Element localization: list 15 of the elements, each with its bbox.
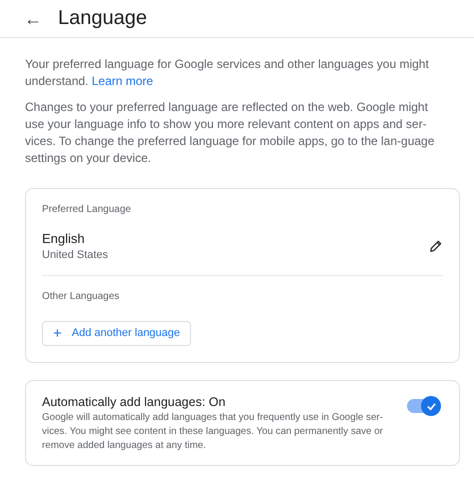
setting-title: Automatically add languages: On: [42, 395, 226, 409]
info-text: Changes to your preferred language are reflected on the web. Google might use your language info to show you more relevant content on apps and ser-vices. To change the preferred language for mobile apps, go to the lan-guage settings on your device.: [25, 99, 436, 167]
toggle-switch[interactable]: [407, 396, 441, 416]
page-title: Language: [58, 7, 147, 30]
edit-icon[interactable]: [429, 239, 443, 253]
learn-more-link[interactable]: Learn more: [92, 74, 154, 88]
setting-description: Google will automatically add languages that you frequently use in Google ser-vices. You might see content in these languages. You can permanently save or remove added languages at any time.: [42, 411, 384, 453]
section-heading: Preferred Language: [42, 204, 132, 215]
back-button[interactable]: ←: [24, 10, 42, 28]
language-region: United States: [42, 249, 108, 261]
intro-text: Your preferred language for Google services and other languages you might understand. Learn more: [25, 56, 430, 90]
section-heading: Other Languages: [42, 291, 120, 302]
language-name: English: [42, 231, 86, 246]
add-language-button[interactable]: + Add another language: [42, 321, 192, 346]
check-icon: [426, 400, 436, 412]
